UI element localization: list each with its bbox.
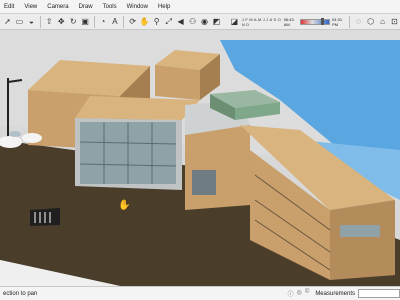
status-bar: ection to pan ⓘ ◎ © Measurements — [0, 286, 400, 300]
front-view-icon[interactable]: ⊡ — [389, 15, 400, 28]
zoom-icon[interactable]: ⚲ — [151, 15, 162, 28]
eraser-icon[interactable]: ▭ — [14, 15, 25, 28]
measurements-label: Measurements — [315, 290, 355, 297]
menu-draw[interactable]: Draw — [79, 4, 93, 10]
menu-tools[interactable]: Tools — [103, 4, 117, 10]
rotate-icon[interactable]: ↻ — [68, 15, 79, 28]
orbit-icon[interactable]: ⟳ — [127, 15, 138, 28]
walk-icon[interactable]: ⚇ — [187, 15, 198, 28]
main-toolbar: ➚ ▭ ◒ ⇧ ✥ ↻ ▣ ◔ A ⟳ ✋ ⚲ ⤢ ◀ ⚇ ◉ ◩ ◪ J F … — [0, 14, 400, 30]
model-viewport[interactable]: ✋ — [0, 30, 400, 286]
status-message: ection to pan — [3, 290, 38, 297]
menu-bar: Edit View Camera Draw Tools Window Help — [0, 0, 400, 14]
toolbar-divider — [349, 15, 351, 28]
measurements-input[interactable] — [358, 289, 400, 298]
menu-camera[interactable]: Camera — [47, 4, 68, 10]
menu-edit[interactable]: Edit — [4, 4, 14, 10]
toolbar-divider — [39, 15, 41, 28]
menu-help[interactable]: Help — [158, 4, 170, 10]
right-glass-band — [340, 225, 380, 237]
menu-window[interactable]: Window — [127, 4, 148, 10]
street-lamp-arm — [7, 79, 23, 83]
text-icon[interactable]: A — [109, 15, 120, 28]
paint-bucket-icon[interactable]: ◒ — [26, 15, 37, 28]
tape-measure-icon[interactable]: ◔ — [97, 15, 108, 28]
status-icons: ⓘ ◎ © — [288, 289, 310, 298]
previous-view-icon[interactable]: ◀ — [175, 15, 186, 28]
look-around-icon[interactable]: ◉ — [199, 15, 210, 28]
geo-location-icon[interactable]: ◎ — [297, 289, 302, 298]
car-window — [9, 131, 21, 137]
time-start: 06:43 AM — [283, 16, 294, 27]
toolbar-divider — [93, 15, 95, 28]
top-view-icon[interactable]: ⌂ — [377, 15, 388, 28]
offset-icon[interactable]: ▣ — [80, 15, 91, 28]
time-end: 04:31 PM — [332, 16, 343, 27]
shadows-toggle-icon[interactable]: ◪ — [229, 15, 240, 28]
time-slider-knob[interactable] — [320, 17, 324, 25]
push-pull-icon[interactable]: ⇧ — [44, 15, 55, 28]
iso-view-icon[interactable]: ⬡ — [365, 15, 376, 28]
select-icon[interactable]: ➚ — [2, 15, 13, 28]
central-window — [192, 170, 216, 195]
zoom-extents-icon[interactable]: ⤢ — [163, 15, 174, 28]
move-icon[interactable]: ✥ — [56, 15, 67, 28]
pan-cursor-icon: ✋ — [118, 198, 130, 211]
menu-view[interactable]: View — [24, 4, 37, 10]
car-white-2 — [22, 133, 42, 143]
tower-front — [155, 65, 200, 100]
pan-icon[interactable]: ✋ — [139, 15, 150, 28]
middle-roof — [75, 96, 200, 120]
credits-icon[interactable]: © — [305, 289, 309, 298]
central-facade — [185, 125, 250, 210]
shadow-settings: ◪ J F M A M J J A S O N D 06:43 AM 04:31… — [229, 15, 346, 28]
month-slider-labels[interactable]: J F M A M J J A S O N D — [242, 17, 282, 27]
info-icon[interactable]: ⓘ — [288, 289, 294, 298]
measurements-box: Measurements — [315, 289, 400, 298]
right-end — [330, 200, 395, 280]
time-slider[interactable] — [299, 17, 331, 25]
section-plane-icon[interactable]: ◩ — [211, 15, 222, 28]
fog-icon[interactable]: ◌ — [353, 15, 364, 28]
toolbar-divider — [123, 15, 125, 28]
scene: ✋ — [0, 40, 400, 286]
